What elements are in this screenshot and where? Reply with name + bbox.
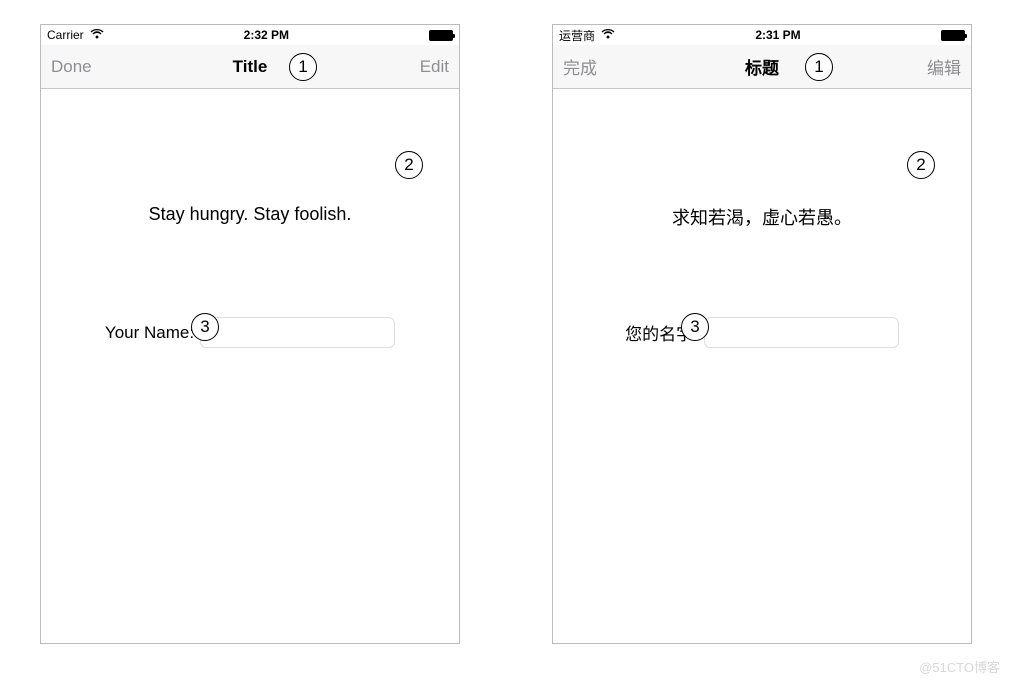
done-button[interactable]: Done <box>51 57 103 77</box>
name-input[interactable] <box>704 317 899 348</box>
wifi-icon <box>90 28 104 42</box>
time-label: 2:31 PM <box>755 28 800 42</box>
name-row: Your Name: <box>41 317 459 348</box>
battery-icon <box>429 30 453 41</box>
status-bar: Carrier 2:32 PM <box>41 25 459 45</box>
nav-title: Title <box>233 57 268 77</box>
annotation-1: 1 <box>805 53 833 81</box>
annotation-3: 3 <box>191 313 219 341</box>
time-label: 2:32 PM <box>244 28 289 42</box>
wifi-icon <box>601 28 615 42</box>
quote-label: 求知若渴，虚心若愚。 <box>553 204 971 230</box>
nav-bar: 完成 标题 编辑 <box>553 45 971 89</box>
annotation-2: 2 <box>907 151 935 179</box>
edit-button[interactable]: 编辑 <box>909 54 961 79</box>
phone-english: Carrier 2:32 PM Done Title Edit Stay hun… <box>40 24 460 644</box>
watermark: @51CTO博客 <box>919 657 1000 676</box>
nav-bar: Done Title Edit <box>41 45 459 89</box>
phone-chinese: 运营商 2:31 PM 完成 标题 编辑 求知若渴，虚心若愚。 您的名字: 1 … <box>552 24 972 644</box>
annotation-2: 2 <box>395 151 423 179</box>
battery-icon <box>941 30 965 41</box>
annotation-3: 3 <box>681 313 709 341</box>
name-row: 您的名字: <box>553 317 971 348</box>
name-label: Your Name: <box>105 323 194 343</box>
carrier-label: 运营商 <box>559 27 595 44</box>
status-bar: 运营商 2:31 PM <box>553 25 971 45</box>
quote-label: Stay hungry. Stay foolish. <box>41 204 459 225</box>
carrier-label: Carrier <box>47 28 84 42</box>
done-button[interactable]: 完成 <box>563 54 615 79</box>
edit-button[interactable]: Edit <box>397 57 449 77</box>
annotation-1: 1 <box>289 53 317 81</box>
nav-title: 标题 <box>745 54 779 79</box>
name-input[interactable] <box>200 317 395 348</box>
